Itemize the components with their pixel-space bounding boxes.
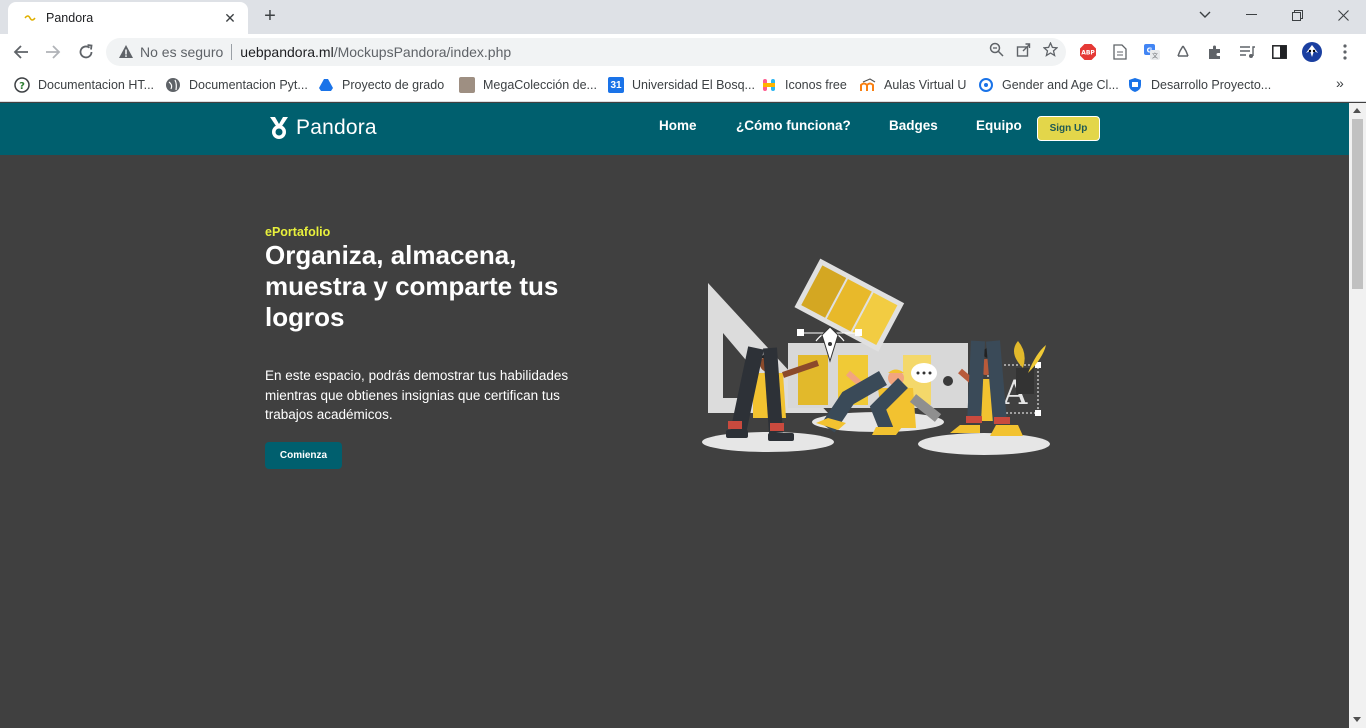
close-window-icon[interactable] (1320, 0, 1366, 30)
bookmark-label: Desarrollo Proyecto... (1151, 78, 1272, 92)
nav-badges-link[interactable]: Badges (889, 118, 938, 133)
vertical-scrollbar[interactable] (1349, 103, 1366, 728)
site-navbar: Pandora Home ¿Cómo funciona? Badges Equi… (0, 103, 1349, 155)
bookmark-label: Gender and Age Cl... (1002, 78, 1119, 92)
signup-button[interactable]: Sign Up (1037, 116, 1100, 141)
bookmark-label: Aulas Virtual U (884, 78, 967, 92)
nav-how-it-works-link[interactable]: ¿Cómo funciona? (736, 118, 851, 133)
bookmark-label: MegaColección de... (483, 78, 597, 92)
brand-logo[interactable]: Pandora (268, 116, 377, 140)
pandora-medal-icon (270, 117, 288, 139)
address-divider (231, 44, 233, 60)
minimize-icon[interactable] (1228, 0, 1274, 30)
recycle-icon[interactable] (1173, 42, 1193, 62)
zoom-icon[interactable] (989, 42, 1004, 60)
adblock-icon[interactable]: ABP (1078, 42, 1098, 62)
extensions-puzzle-icon[interactable] (1205, 42, 1225, 62)
hero-description: En este espacio, podrás demostrar tus ha… (265, 368, 569, 422)
media-control-icon[interactable] (1237, 42, 1257, 62)
bookmark-label: Iconos free (785, 78, 847, 92)
bookmark-item[interactable]: Aulas Virtual U (860, 77, 966, 93)
profile-avatar-icon[interactable] (1300, 40, 1324, 64)
pandora-favicon-icon (22, 10, 38, 26)
globe-icon (165, 77, 181, 93)
nav-team-link[interactable]: Equipo (976, 118, 1022, 133)
tab-title: Pandora (46, 11, 94, 25)
bookmark-item[interactable]: 31 Universidad El Bosq... (608, 77, 755, 93)
bookmark-item[interactable]: Desarrollo Proyecto... (1127, 77, 1271, 93)
new-tab-icon[interactable]: + (258, 5, 282, 29)
back-icon[interactable] (8, 39, 34, 65)
forward-icon[interactable] (40, 39, 66, 65)
scrollbar-thumb[interactable] (1352, 119, 1363, 289)
bookmark-label: Proyecto de grado (342, 78, 445, 92)
bookmark-item[interactable]: Iconos free (761, 77, 847, 93)
restore-icon[interactable] (1274, 0, 1320, 30)
calendar-icon: 31 (608, 77, 624, 93)
bookmark-item[interactable]: Documentacion Pyt... (165, 77, 308, 93)
bookmark-item[interactable]: Gender and Age Cl... (978, 77, 1119, 93)
help-circle-icon: ? (14, 77, 30, 93)
reload-icon[interactable] (73, 39, 99, 65)
brand-name: Pandora (296, 116, 377, 139)
document-extension-icon[interactable] (1110, 42, 1130, 62)
bookmark-label: Documentacion HT... (38, 78, 155, 92)
security-status[interactable]: No es seguro (140, 44, 223, 60)
side-panel-icon[interactable] (1269, 42, 1289, 62)
bookmark-star-icon[interactable] (1042, 41, 1059, 60)
bookmark-label: Documentacion Pyt... (189, 78, 308, 92)
drive-icon (318, 77, 334, 93)
bookmark-item[interactable]: MegaColección de... (459, 77, 597, 93)
start-button[interactable]: Comienza (265, 442, 342, 469)
hero-headline: Organiza, almacena, muestra y comparte t… (265, 240, 559, 332)
browser-tab-strip: Pandora ✕ + (0, 0, 1366, 34)
warning-icon (119, 45, 133, 58)
browser-menu-icon[interactable] (1335, 42, 1355, 62)
url-host: uebpandora.ml (240, 44, 334, 60)
browser-toolbar: No es seguro uebpandora.ml /MockupsPando… (0, 34, 1366, 70)
browser-tab[interactable]: Pandora ✕ (8, 2, 248, 34)
scroll-up-icon[interactable] (1353, 108, 1361, 113)
bookmarks-overflow-icon[interactable]: » (1336, 75, 1344, 91)
colab-icon (978, 77, 994, 93)
share-icon[interactable] (1016, 42, 1031, 60)
hero-kicker: ePortafolio (265, 225, 331, 239)
bookmark-item[interactable]: ? Documentacion HT... (14, 77, 154, 93)
svg-text:文: 文 (1152, 52, 1158, 60)
bookmark-label: Universidad El Bosq... (632, 78, 755, 92)
bookmarks-bar: ? Documentacion HT... Documentacion Pyt.… (0, 70, 1366, 102)
scroll-down-icon[interactable] (1353, 717, 1361, 722)
close-tab-icon[interactable]: ✕ (222, 10, 238, 27)
shield-icon (1127, 77, 1143, 93)
iconos-free-icon (761, 77, 777, 93)
page-viewport: Pandora Home ¿Cómo funciona? Badges Equi… (0, 103, 1349, 728)
collection-thumbnail-icon (459, 77, 475, 93)
svg-text:ABP: ABP (1081, 50, 1095, 57)
bookmark-item[interactable]: Proyecto de grado (318, 77, 444, 93)
translate-icon[interactable]: G文 (1142, 42, 1162, 62)
nav-home-link[interactable]: Home (659, 118, 697, 133)
tab-search-icon[interactable] (1182, 0, 1228, 30)
moodle-icon (860, 77, 876, 93)
address-bar[interactable]: No es seguro uebpandora.ml /MockupsPando… (106, 38, 1066, 66)
svg-text:?: ? (19, 81, 25, 92)
url-path: /MockupsPandora/index.php (333, 44, 512, 60)
hero-illustration: A (702, 258, 1050, 455)
